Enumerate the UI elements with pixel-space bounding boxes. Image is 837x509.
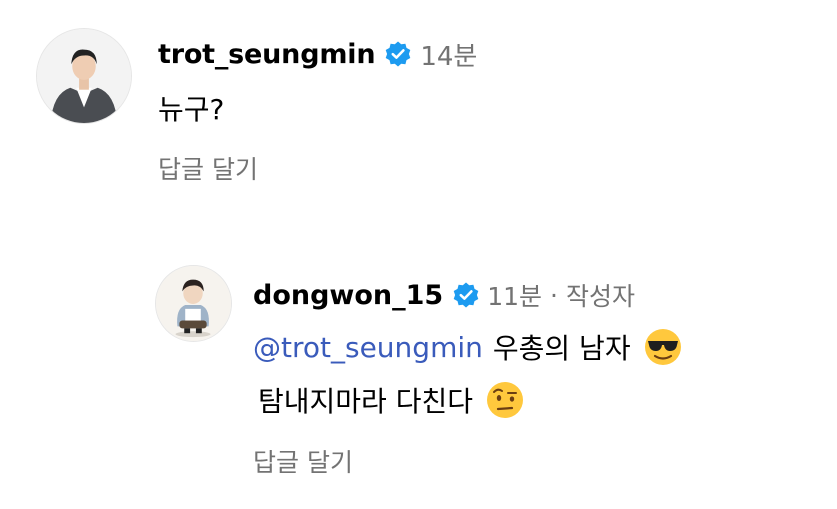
comment-text-line2: 탐내지마라 다친다 (258, 385, 473, 418)
comment-text: 뉴구? (158, 93, 225, 126)
verified-badge-icon (452, 281, 480, 309)
timestamp: 11분 (487, 282, 543, 311)
sunglasses-emoji-icon (643, 327, 683, 367)
separator-dot: · (550, 280, 558, 310)
avatar[interactable] (155, 265, 232, 342)
username[interactable]: dongwon_15 (253, 280, 443, 311)
comment-text-line1: 우총의 남자 (492, 332, 631, 365)
timestamp: 14분 (420, 41, 478, 72)
verified-badge-icon (384, 40, 412, 68)
user-photo (37, 29, 131, 123)
raised-eyebrow-emoji-icon (485, 380, 525, 420)
reply-button[interactable]: 답글 달기 (253, 443, 353, 479)
author-badge: 작성자 (565, 282, 635, 311)
avatar[interactable] (36, 28, 132, 124)
username[interactable]: trot_seungmin (158, 39, 376, 70)
reply-button[interactable]: 답글 달기 (158, 150, 258, 186)
mention-link[interactable]: @trot_seungmin (253, 331, 483, 364)
user-illustration (156, 266, 231, 341)
